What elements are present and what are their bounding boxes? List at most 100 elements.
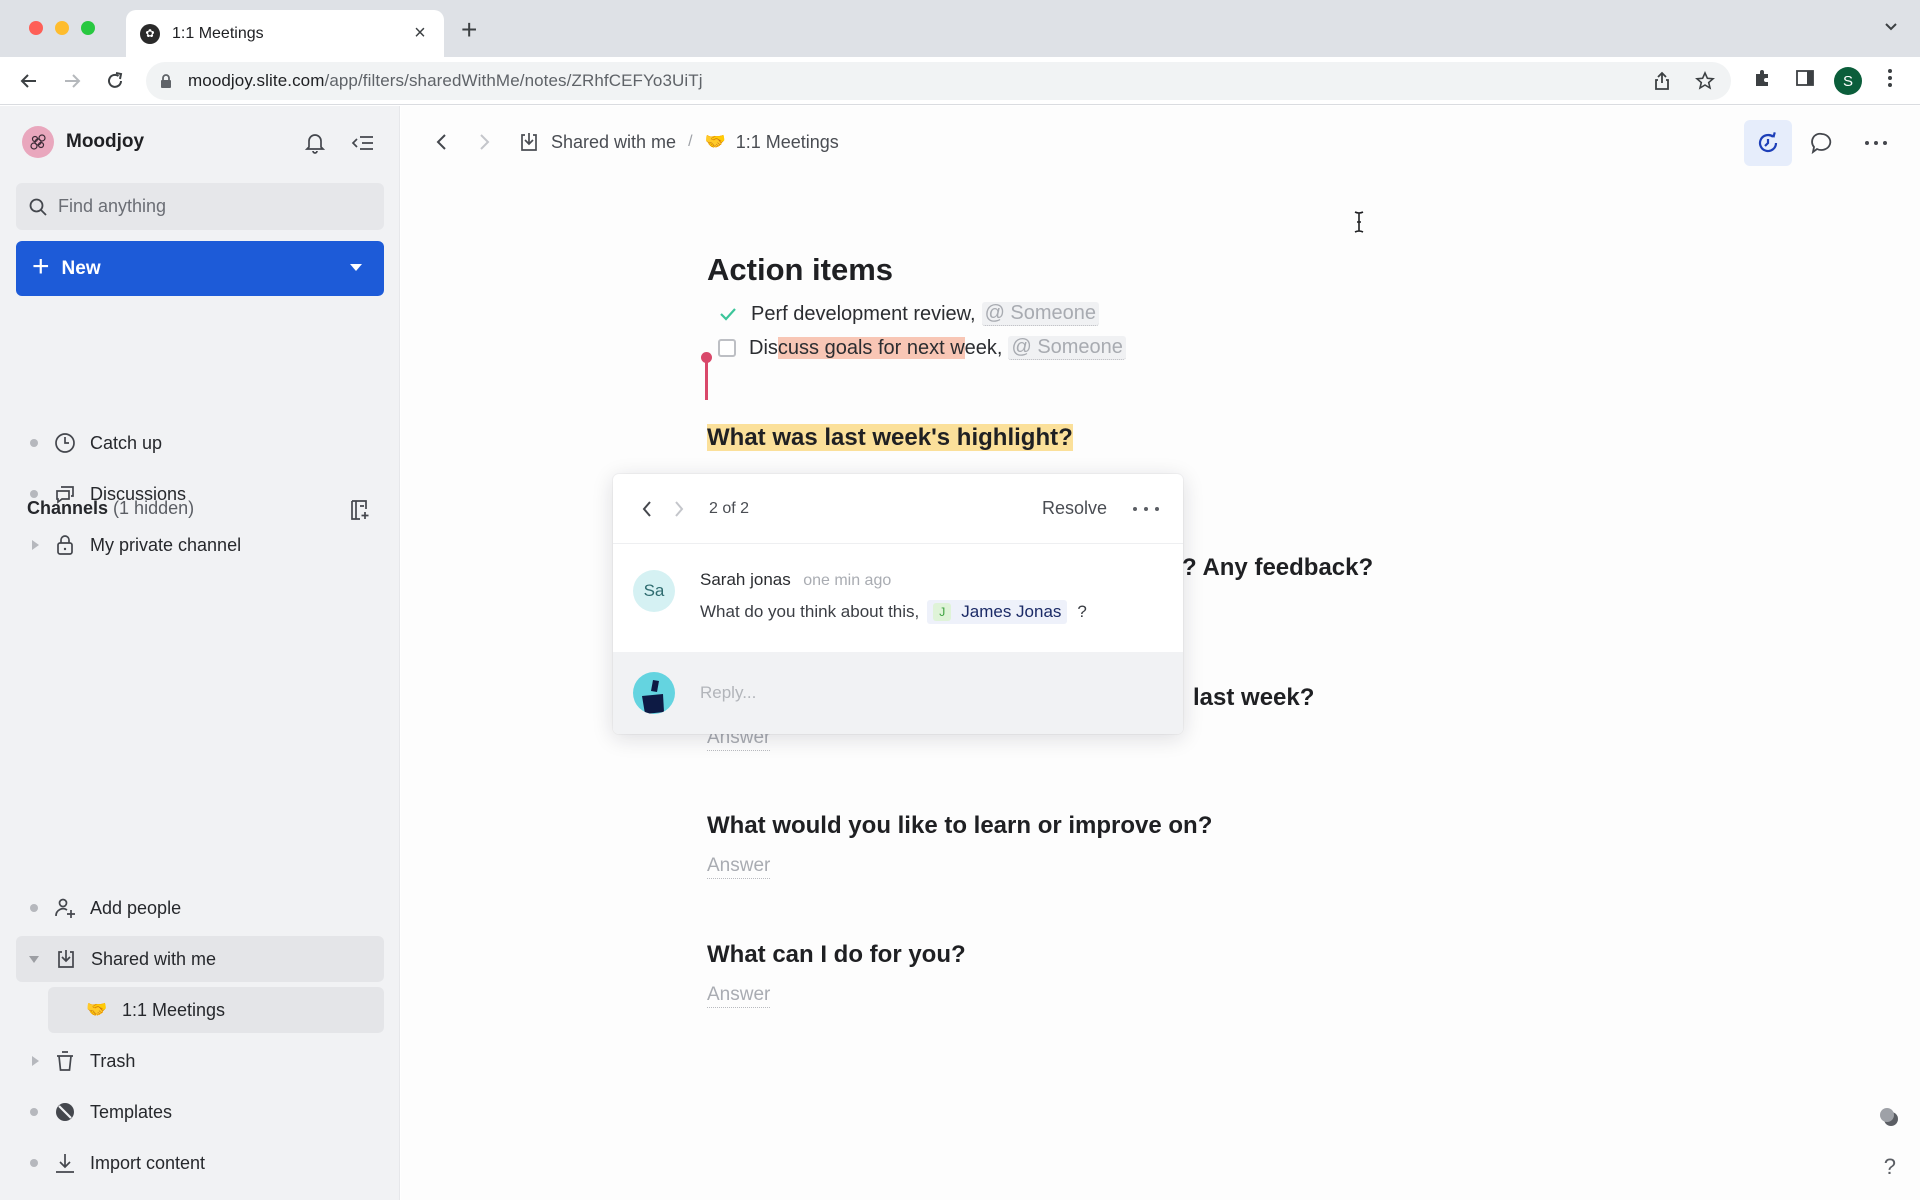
- inbox-download-icon: [517, 130, 541, 154]
- mention-placeholder[interactable]: @ Someone: [981, 302, 1100, 326]
- reply-input[interactable]: [700, 683, 1150, 703]
- search-input[interactable]: [58, 196, 358, 217]
- answer-placeholder[interactable]: Answer: [707, 854, 771, 879]
- browser-menu-icon[interactable]: [1887, 68, 1893, 88]
- help-button[interactable]: ?: [1884, 1154, 1896, 1180]
- lock-icon: [161, 74, 171, 88]
- workspace-name: Moodjoy: [66, 131, 145, 152]
- sidebar-item-templates[interactable]: Templates: [16, 1089, 384, 1135]
- sidebar-item-1-1-meetings[interactable]: 🤝 1:1 Meetings: [48, 987, 384, 1033]
- answer-placeholder[interactable]: Answer: [707, 983, 771, 1008]
- sidebar-item-trash[interactable]: Trash: [16, 1038, 384, 1084]
- add-user-icon: [54, 897, 76, 919]
- share-icon[interactable]: [1653, 71, 1671, 91]
- workspace-logo-icon: [22, 126, 54, 158]
- minimize-window-button[interactable]: [55, 21, 69, 35]
- handshake-emoji-icon: 🤝: [704, 132, 726, 151]
- doc-actions: [1744, 120, 1900, 166]
- back-icon[interactable]: [429, 130, 453, 154]
- workspace-switcher[interactable]: Moodjoy: [22, 126, 144, 158]
- comment-popover: 2 of 2 Resolve Sa Sarah jonas one min ag…: [613, 474, 1183, 734]
- new-tab-button[interactable]: +: [461, 16, 477, 44]
- notifications-bell-icon[interactable]: [302, 130, 328, 156]
- more-options-button[interactable]: [1852, 120, 1900, 166]
- collapse-sidebar-icon[interactable]: [350, 130, 376, 156]
- current-user-avatar: [633, 672, 675, 714]
- browser-tab-strip: ✿ 1:1 Meetings × +: [0, 0, 1920, 57]
- resolve-button[interactable]: Resolve: [1042, 498, 1107, 519]
- bullet-icon: [30, 1159, 38, 1167]
- dropdown-caret-icon[interactable]: [350, 264, 362, 271]
- address-bar[interactable]: moodjoy.slite.com/app/filters/sharedWith…: [146, 62, 1731, 100]
- sidebar-item-shared-with-me[interactable]: Shared with me: [16, 936, 384, 982]
- sidebar-item-my-private-channel[interactable]: My private channel: [16, 522, 384, 568]
- sidebar-item-catch-up[interactable]: Catch up: [16, 420, 384, 466]
- new-button-label: New: [61, 257, 101, 279]
- checkmark-icon[interactable]: [717, 303, 739, 325]
- question-heading: last week?: [1193, 684, 1315, 711]
- tab-title: 1:1 Meetings: [172, 24, 264, 42]
- expand-arrow-icon[interactable]: [32, 1056, 39, 1066]
- clock-icon: [54, 432, 76, 454]
- next-comment-icon[interactable]: [669, 499, 689, 519]
- history-icon: [1758, 132, 1778, 153]
- task-item[interactable]: Discuss goals for next week, @ Someone: [707, 336, 1126, 360]
- mention-placeholder[interactable]: @ Someone: [1008, 336, 1126, 360]
- trash-icon: [54, 1050, 76, 1072]
- bookmark-star-icon[interactable]: [1695, 71, 1715, 91]
- bullet-icon: [30, 439, 38, 447]
- back-icon[interactable]: [17, 69, 41, 93]
- comment-more-icon[interactable]: [1133, 506, 1159, 511]
- close-tab-icon[interactable]: ×: [410, 22, 430, 45]
- task-text: Discuss goals for next week,: [749, 336, 1003, 359]
- task-item[interactable]: Perf development review, @ Someone: [707, 302, 1100, 326]
- section-heading: Action items: [707, 252, 894, 287]
- breadcrumb: Shared with me / 🤝 1:1 Meetings: [429, 126, 839, 158]
- sidebar: Moodjoy + New Catch up Discussions My pr…: [0, 106, 400, 1200]
- previous-comment-icon[interactable]: [637, 499, 657, 519]
- add-channel-icon[interactable]: [348, 498, 372, 522]
- search-box[interactable]: [16, 183, 384, 230]
- comment: Sa Sarah jonas one min ago What do you t…: [633, 570, 1087, 624]
- bullet-icon: [30, 490, 38, 498]
- tab-search-chevron-icon[interactable]: [1884, 22, 1898, 32]
- main-content: Shared with me / 🤝 1:1 Meetings Action i…: [401, 106, 1920, 1200]
- reload-icon[interactable]: [103, 69, 127, 93]
- presence-indicator-icon[interactable]: [1878, 1106, 1900, 1128]
- import-icon: [54, 1152, 76, 1174]
- task-checkbox[interactable]: [718, 339, 736, 357]
- comment-text: What do you think about this, J James Jo…: [700, 600, 1087, 624]
- text-cursor-icon: [1354, 211, 1364, 233]
- browser-toolbar: moodjoy.slite.com/app/filters/sharedWith…: [0, 57, 1920, 105]
- comments-button[interactable]: [1798, 120, 1846, 166]
- templates-icon: [54, 1101, 76, 1123]
- comment-popover-header: 2 of 2 Resolve: [613, 474, 1183, 544]
- side-panel-icon[interactable]: [1795, 68, 1815, 88]
- browser-tab[interactable]: ✿ 1:1 Meetings ×: [126, 10, 444, 57]
- handshake-emoji-icon: 🤝: [86, 1000, 108, 1019]
- avatar: Sa: [633, 570, 675, 612]
- task-text: Perf development review,: [751, 302, 976, 325]
- breadcrumb-separator: /: [688, 133, 693, 150]
- sidebar-item-add-people[interactable]: Add people: [16, 885, 384, 931]
- maximize-window-button[interactable]: [81, 21, 95, 35]
- breadcrumb-shared-with-me[interactable]: Shared with me: [551, 132, 676, 153]
- profile-avatar[interactable]: S: [1834, 67, 1862, 95]
- forward-icon[interactable]: [60, 69, 84, 93]
- sidebar-item-import-content[interactable]: Import content: [16, 1140, 384, 1186]
- breadcrumb-current[interactable]: 1:1 Meetings: [736, 132, 839, 153]
- comment-highlight[interactable]: cuss goals for next w: [777, 336, 965, 359]
- new-button[interactable]: + New: [16, 241, 384, 296]
- collapse-arrow-icon[interactable]: [29, 955, 39, 963]
- channels-header[interactable]: Channels (1 hidden): [27, 498, 194, 519]
- extensions-icon[interactable]: [1752, 68, 1772, 88]
- history-button[interactable]: [1744, 120, 1792, 166]
- user-mention[interactable]: J James Jonas: [927, 600, 1068, 624]
- inbox-download-icon: [55, 948, 77, 970]
- plus-icon: +: [32, 250, 50, 283]
- close-window-button[interactable]: [29, 21, 43, 35]
- question-heading: What would you like to learn or improve …: [707, 812, 1213, 839]
- forward-icon[interactable]: [473, 130, 497, 154]
- slite-logo-icon: ✿: [140, 23, 160, 44]
- expand-arrow-icon[interactable]: [32, 540, 39, 550]
